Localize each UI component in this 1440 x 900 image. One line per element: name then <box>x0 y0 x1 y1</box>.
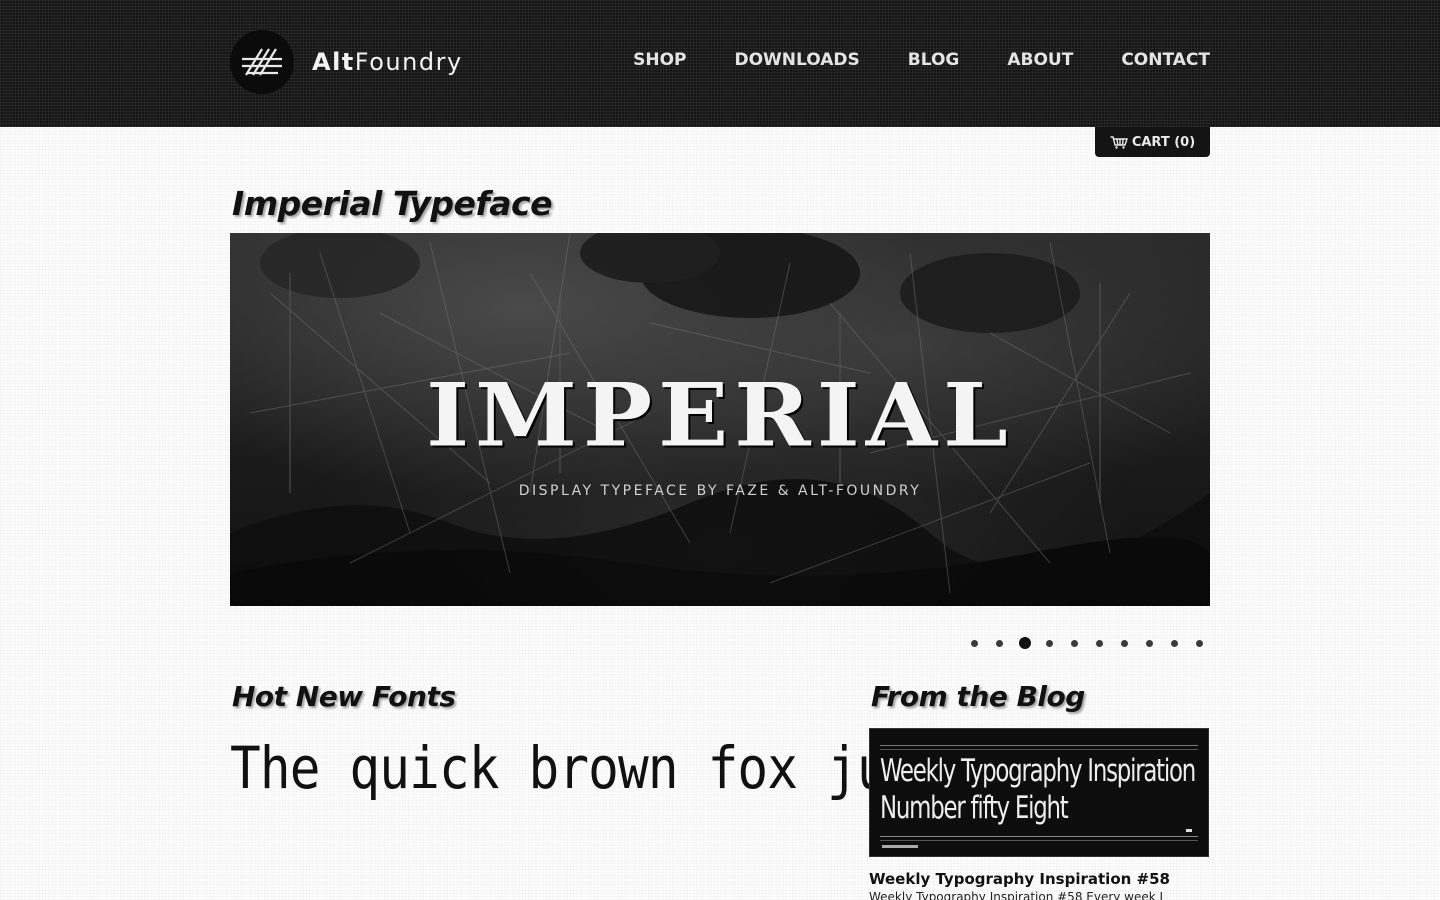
nav-downloads[interactable]: DOWNLOADS <box>734 50 859 70</box>
slider-dot-marker <box>1096 639 1103 647</box>
slider-dot[interactable] <box>1012 634 1037 652</box>
slider-pagination <box>962 634 1212 652</box>
card-rule <box>880 840 1198 841</box>
card-accent-bar <box>882 845 918 848</box>
hero-slide[interactable]: IMPERIAL DISPLAY TYPEFACE BY FAZE & ALT-… <box>230 233 1210 606</box>
slider-dot[interactable] <box>1062 634 1087 652</box>
nav-blog[interactable]: BLOG <box>908 50 960 70</box>
slider-dot-marker <box>1071 639 1078 647</box>
blog-card-image[interactable]: Weekly Typography Inspiration Number fif… <box>869 728 1209 857</box>
slider-dot[interactable] <box>962 634 987 652</box>
blog-post-excerpt: Weekly Typography Inspiration #58 Every … <box>869 890 1164 900</box>
slider-dot[interactable] <box>1137 634 1162 652</box>
slider-dot[interactable] <box>1087 634 1112 652</box>
hot-fonts-heading: Hot New Fonts <box>232 680 456 713</box>
slider-dot-marker <box>1196 639 1203 647</box>
slider-dot-marker <box>1046 639 1053 647</box>
slider-dot[interactable] <box>1162 634 1187 652</box>
hero-title: IMPERIAL <box>426 363 1014 467</box>
slider-dot[interactable] <box>1112 634 1137 652</box>
cart-label: CART (0) <box>1131 134 1196 150</box>
card-rule <box>880 836 1198 837</box>
slider-dot[interactable] <box>1037 634 1062 652</box>
slider-dot-marker <box>971 639 978 647</box>
card-corner-mark <box>1186 829 1192 832</box>
card-rule <box>880 745 1198 746</box>
slider-dot-marker <box>1146 639 1153 647</box>
logo-mark-icon <box>230 30 294 94</box>
nav-shop[interactable]: SHOP <box>633 50 686 70</box>
slider-dot-marker <box>1018 637 1031 649</box>
blog-card-title-line1: Weekly Typography Inspiration <box>880 753 1196 789</box>
slider-dot-marker <box>1171 639 1178 647</box>
font-sample-preview[interactable]: The quick brown fox jump <box>230 734 947 834</box>
blog-post-title[interactable]: Weekly Typography Inspiration #58 <box>869 870 1170 888</box>
blog-card-title: Weekly Typography Inspiration Number fif… <box>880 753 1196 827</box>
featured-heading: Imperial Typeface <box>232 184 552 223</box>
card-rule <box>880 749 1198 750</box>
nav-about[interactable]: ABOUT <box>1007 50 1073 70</box>
site-header: AltFoundry SHOP DOWNLOADS BLOG ABOUT CON… <box>0 0 1440 127</box>
cart-icon <box>1110 135 1128 149</box>
main-nav: SHOP DOWNLOADS BLOG ABOUT CONTACT <box>633 50 1210 70</box>
slider-dot[interactable] <box>1187 634 1212 652</box>
blog-card-title-line2: Number fifty Eight <box>880 790 1069 826</box>
logo-link[interactable]: AltFoundry <box>230 30 463 94</box>
slider-dot-marker <box>1121 639 1128 647</box>
logo-wordmark: AltFoundry <box>312 48 463 76</box>
nav-contact[interactable]: CONTACT <box>1121 50 1210 70</box>
slider-dot-marker <box>996 639 1003 647</box>
blog-heading: From the Blog <box>871 680 1085 713</box>
hero-subtitle: DISPLAY TYPEFACE BY FAZE & ALT-FOUNDRY <box>518 483 922 499</box>
slider-dot[interactable] <box>987 634 1012 652</box>
cart-button[interactable]: CART (0) <box>1095 127 1210 157</box>
